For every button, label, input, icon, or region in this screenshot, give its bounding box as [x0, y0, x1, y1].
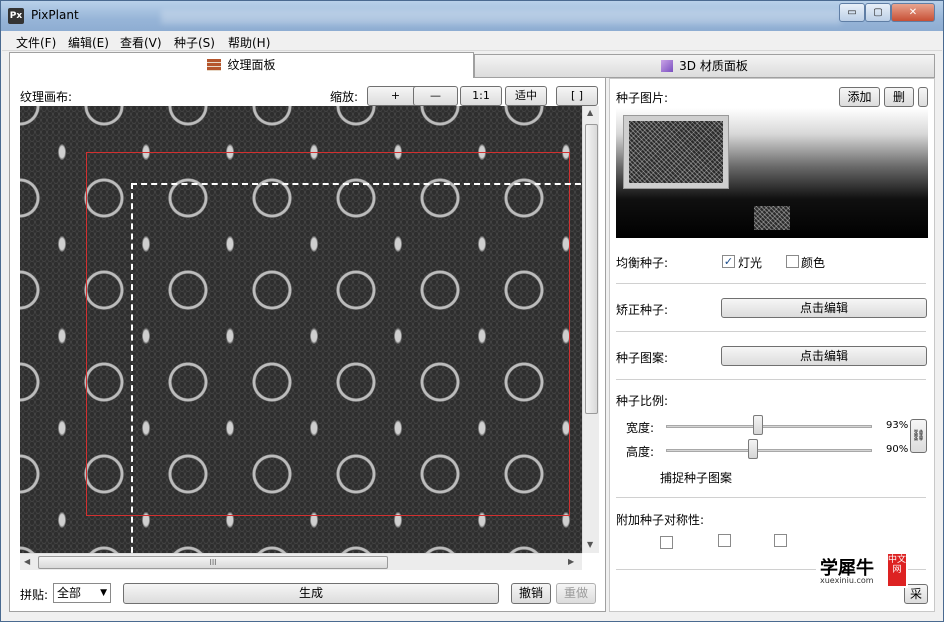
zoom-label: 缩放:	[330, 90, 359, 104]
texture-panel: 纹理画布: 缩放: + — 1:1 适中 [ ] ▲ ▼ ◀ III ▶ 拼贴:…	[9, 78, 606, 612]
tile-label: 拼贴:	[20, 588, 49, 602]
width-slider-track[interactable]	[666, 425, 872, 428]
tile-select-value: 全部	[57, 586, 82, 600]
minimize-button[interactable]: ▭	[839, 3, 865, 22]
seed-panel: 种子图片: 添加 删 均衡种子: ✓ 灯光 颜色 矫正种子: 点击编辑 种子图案…	[609, 78, 935, 612]
zoom-1to1-button[interactable]: 1:1	[460, 86, 502, 106]
brick-icon	[207, 59, 222, 71]
seed-preview-small	[754, 206, 790, 230]
redo-button[interactable]: 重做	[556, 583, 596, 604]
width-slider-thumb[interactable]	[753, 415, 763, 435]
straighten-edit-button[interactable]: 点击编辑	[721, 298, 927, 318]
undo-button[interactable]: 撤销	[511, 583, 551, 604]
tile-select[interactable]: 全部 ▼	[53, 583, 111, 603]
width-value: 93%	[886, 420, 909, 431]
scroll-left-arrow-icon[interactable]: ◀	[24, 557, 30, 566]
scroll-right-arrow-icon[interactable]: ▶	[568, 557, 574, 566]
seed-pattern-label: 种子图案:	[616, 351, 669, 365]
horizontal-scroll-thumb[interactable]: III	[38, 556, 388, 569]
close-button[interactable]: ✕	[891, 3, 935, 22]
menu-bar: 文件(F) 编辑(E) 查看(V) 种子(S) 帮助(H)	[2, 31, 942, 51]
pattern-edit-button[interactable]: 点击编辑	[721, 346, 927, 366]
scroll-down-arrow-icon[interactable]: ▼	[587, 540, 593, 549]
height-slider-thumb[interactable]	[748, 439, 758, 459]
tab-3d-material[interactable]: 3D 材质面板	[474, 54, 935, 78]
maximize-button[interactable]: ▢	[865, 3, 891, 22]
title-blurred-overlay	[161, 10, 841, 24]
height-label: 高度:	[626, 445, 655, 459]
tab-texture-panel[interactable]: 纹理面板	[9, 52, 474, 79]
title-bar: Px PixPlant ▭ ▢ ✕	[1, 1, 943, 31]
vertical-scrollbar[interactable]: ▲ ▼	[582, 106, 599, 553]
separator	[616, 283, 926, 284]
separator	[616, 331, 926, 332]
height-value: 90%	[886, 444, 909, 455]
horizontal-scrollbar[interactable]: ◀ III ▶	[20, 553, 582, 570]
seed-thumbnail-image	[629, 121, 723, 183]
app-window: Px PixPlant ▭ ▢ ✕ 文件(F) 编辑(E) 查看(V) 种子(S…	[0, 0, 944, 622]
watermark-url: xuexiniu.com	[820, 576, 874, 585]
menu-seed[interactable]: 种子(S)	[174, 34, 215, 51]
capture-pattern-label: 捕捉种子图案	[660, 471, 733, 485]
color-checkbox[interactable]	[786, 255, 799, 268]
straighten-seed-label: 矫正种子:	[616, 303, 669, 317]
menu-help[interactable]: 帮助(H)	[228, 34, 270, 51]
menu-file[interactable]: 文件(F)	[16, 34, 56, 51]
link-ratio-chain-icon[interactable]: ⛓	[910, 419, 927, 453]
separator	[616, 379, 926, 380]
vertical-scroll-thumb[interactable]	[585, 124, 598, 414]
color-label: 颜色	[801, 256, 826, 270]
light-label: 灯光	[738, 256, 763, 270]
symmetry-label: 附加种子对称性:	[616, 513, 705, 527]
texture-canvas[interactable]	[20, 106, 582, 553]
tile-boundary-outline	[131, 183, 582, 553]
scroll-up-arrow-icon[interactable]: ▲	[587, 108, 593, 117]
seed-ratio-label: 种子比例:	[616, 394, 669, 408]
zoom-fit-button[interactable]: 适中	[505, 86, 547, 106]
width-label: 宽度:	[626, 421, 655, 435]
height-slider-track[interactable]	[666, 449, 872, 452]
generate-button[interactable]: 生成	[123, 583, 499, 604]
seed-image-viewer[interactable]	[616, 108, 928, 238]
site-watermark: 学犀牛 xuexiniu.com 中文网	[816, 554, 908, 588]
symmetry-checkbox-1[interactable]	[660, 536, 673, 549]
separator	[616, 497, 926, 498]
add-seed-button[interactable]: 添加	[839, 87, 880, 107]
window-title: PixPlant	[31, 8, 79, 22]
balance-seed-label: 均衡种子:	[616, 256, 669, 270]
menu-edit[interactable]: 编辑(E)	[68, 34, 109, 51]
tab-material-label: 3D 材质面板	[679, 59, 748, 73]
cube-icon	[661, 60, 674, 72]
symmetry-checkbox-3[interactable]	[774, 534, 787, 547]
watermark-badge: 中文网	[888, 554, 906, 586]
seed-image-label: 种子图片:	[616, 91, 669, 105]
tab-texture-label: 纹理面板	[227, 58, 276, 72]
menu-view[interactable]: 查看(V)	[120, 34, 162, 51]
seed-menu-button[interactable]	[918, 87, 928, 107]
tab-bar: 纹理面板 3D 材质面板	[9, 52, 935, 79]
chevron-down-icon: ▼	[100, 588, 107, 598]
symmetry-checkbox-2[interactable]	[718, 534, 731, 547]
zoom-out-button[interactable]: —	[413, 86, 458, 106]
zoom-bracket-button[interactable]: [ ]	[556, 86, 598, 106]
delete-seed-button[interactable]: 删	[884, 87, 914, 107]
canvas-label: 纹理画布:	[20, 90, 73, 104]
pixplant-logo-icon: Px	[8, 8, 24, 24]
seed-thumbnail-frame[interactable]	[623, 115, 729, 189]
light-checkbox[interactable]: ✓	[722, 255, 735, 268]
